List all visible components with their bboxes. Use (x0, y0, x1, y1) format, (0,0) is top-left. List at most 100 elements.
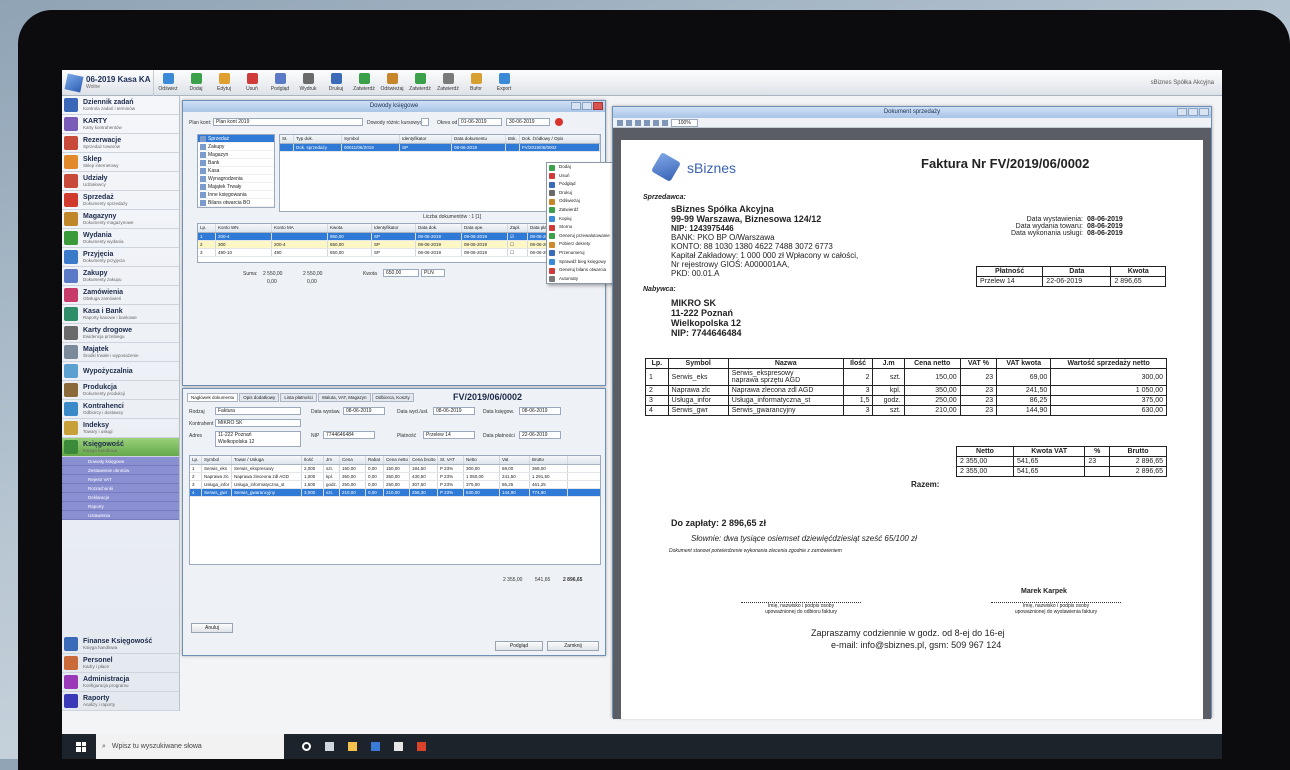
grid-header[interactable]: Konto WN (216, 224, 272, 232)
sidebar-subitem[interactable]: Dowody księgowe (62, 457, 179, 466)
grid-header[interactable]: Data dokumentu (452, 135, 506, 143)
save-icon[interactable] (662, 119, 668, 126)
diff-checkbox[interactable] (421, 118, 429, 126)
sidebar-item[interactable]: Magazyny Dokumenty magazynowe (62, 210, 179, 229)
toolbar-button[interactable]: Export (490, 70, 518, 96)
stop-icon[interactable] (555, 118, 563, 126)
table-row[interactable]: 2 Naprawa zlc Naprawa zleceona zdl AGD 1,00… (190, 473, 600, 481)
sale-tab[interactable]: Nagłówek dokumentu (187, 393, 239, 402)
grid-header[interactable]: Symbol (202, 456, 232, 464)
grid-header[interactable]: Data ope. (462, 224, 508, 232)
doc-maximize-button[interactable] (1188, 108, 1198, 116)
kwota-field[interactable]: 650,00 (383, 269, 419, 277)
date-from-field[interactable]: 01-06-2019 (458, 118, 502, 126)
table-row[interactable]: 4 Serwis_gwr Serwis_gwarancyjny 3,000 szt. 21… (190, 489, 600, 497)
zoom-select[interactable]: 100% (671, 118, 698, 127)
toolbar-button[interactable]: Odświeżaj (378, 70, 406, 96)
tree-item[interactable]: Zakupy (198, 143, 274, 151)
data-wyst-field[interactable]: 08-06-2019 (343, 407, 385, 415)
tree-item[interactable]: Inne księgowania (198, 191, 274, 199)
nip-field[interactable]: 7744646484 (323, 431, 375, 439)
cortana-icon[interactable] (302, 742, 311, 751)
table-row[interactable]: 3 490-10 490 650,00 SP 08-06-2019 08-06-2019 ☐ 0… (198, 249, 600, 257)
first-page-icon[interactable] (617, 119, 623, 126)
maximize-button[interactable] (582, 102, 592, 110)
plan-select[interactable]: Plan kont 2019 (213, 118, 363, 126)
grid-header[interactable]: Brutto (530, 456, 568, 464)
sidebar-subitem[interactable]: Deklaracje (62, 493, 179, 502)
edge-icon[interactable] (371, 742, 380, 751)
task-view-icon[interactable] (325, 742, 334, 751)
sidebar-item[interactable]: Sprzedaż Dokumenty sprzedaży (62, 191, 179, 210)
sidebar-subitem[interactable]: Rejestr VAT (62, 475, 179, 484)
toolbar-button[interactable]: Odśwież (154, 70, 182, 96)
tree-item[interactable]: Bilans otwarcia BO (198, 199, 274, 207)
sidebar-item[interactable]: Rezerwacje Sprzedaż towarów (62, 134, 179, 153)
preview-button[interactable]: Podgląd (495, 641, 543, 651)
cancel-button[interactable]: Anuluj (191, 623, 233, 633)
grid-header[interactable]: Identyfikator (400, 135, 452, 143)
windows-start-icon[interactable] (76, 741, 86, 752)
sidebar-item[interactable]: Zamówienia Obsługa zamówień (62, 286, 179, 305)
table-row[interactable]: 1 Serwis_eks Serwis_ekspresowy 2,000 szt. 150… (190, 465, 600, 473)
data-sprz-field[interactable]: 08-06-2019 (433, 407, 475, 415)
tree-item[interactable]: Sprzedaż (198, 135, 274, 143)
sidebar-item[interactable]: Personel Kadry i płace (62, 654, 179, 673)
toolbar-button[interactable]: Drukuj (322, 70, 350, 96)
sale-tab[interactable]: Waluta, VAT, Magazyn (317, 393, 371, 402)
table-row[interactable]: Dok. sprzedaży 00011/06/2019 SP 08-06-2019 F… (280, 144, 600, 152)
grid-header[interactable]: Dok. źródłowy / Opis (520, 135, 600, 143)
sidebar-subitem[interactable]: Raporty (62, 502, 179, 511)
tree-item[interactable]: Kasa (198, 167, 274, 175)
close-sale-button[interactable]: Zamknij (547, 641, 599, 651)
grid-header[interactable]: Lp. (190, 456, 202, 464)
sidebar-item[interactable]: Księgowość Księga handlowa (62, 438, 179, 457)
toolbar-button[interactable]: Usuń (238, 70, 266, 96)
minimize-button[interactable] (571, 102, 581, 110)
grid-header[interactable]: Lp. (198, 224, 216, 232)
grid-header[interactable]: Rabat (366, 456, 384, 464)
tree-item[interactable]: Bank (198, 159, 274, 167)
print-icon[interactable] (653, 119, 659, 126)
sidebar-subitem[interactable]: Rozrachunki (62, 484, 179, 493)
sidebar-item[interactable]: Finanse Księgowość Księga handlowa (62, 635, 179, 654)
sidebar-item[interactable]: Sklep Sklep internetowy (62, 153, 179, 172)
grid-header[interactable]: Cena (340, 456, 366, 464)
last-page-icon[interactable] (644, 119, 650, 126)
tree-item[interactable]: Wynagrodzenia (198, 175, 274, 183)
toolbar-button[interactable]: Podgląd (266, 70, 294, 96)
data-ksieg-field[interactable]: 08-06-2019 (519, 407, 561, 415)
sale-tab[interactable]: Odbiorca, Koszty (371, 393, 414, 402)
grid-header[interactable]: Towar / Usługa (232, 456, 302, 464)
sidebar-item[interactable]: Wydania Dokumenty wydania (62, 229, 179, 248)
grid-header[interactable]: Jm (324, 456, 340, 464)
currency-field[interactable]: PLN (421, 269, 445, 277)
grid-header[interactable]: Zapł. (508, 224, 528, 232)
doc-close-button[interactable] (1199, 108, 1209, 116)
prev-page-icon[interactable] (626, 119, 632, 126)
grid-header[interactable]: Ilość (302, 456, 324, 464)
grid-header[interactable]: Data dok. (416, 224, 462, 232)
sidebar-item[interactable]: Indeksy Towary i usługi (62, 419, 179, 438)
grid-header[interactable]: Cena netto (384, 456, 410, 464)
sale-tab[interactable]: Opis dodatkowy (239, 393, 280, 402)
grid-header[interactable]: Bsk. (506, 135, 520, 143)
doc-minimize-button[interactable] (1177, 108, 1187, 116)
toolbar-button[interactable]: Wydruk (294, 70, 322, 96)
app-icon[interactable] (417, 742, 426, 751)
table-row[interactable]: 1 200-4 950,00 SP 08-06-2019 08-06-2019 ☑ 08-06… (198, 233, 600, 241)
taskbar-search[interactable]: ⌕ Wpisz tu wyszukiwane słowa (96, 734, 284, 759)
sidebar-item[interactable]: Kontrahenci Odbiorcy i dostawcy (62, 400, 179, 419)
sidebar-subitem[interactable]: Zestawienie obrotów (62, 466, 179, 475)
grid-header[interactable]: Netto (464, 456, 500, 464)
table-row[interactable]: 2 300 200-4 650,00 SP 08-06-2019 08-06-2019 ☐ 08… (198, 241, 600, 249)
sidebar-item[interactable]: Produkcja Dokumenty produkcji (62, 381, 179, 400)
store-icon[interactable] (394, 742, 403, 751)
sidebar-item[interactable]: Administracja Konfiguracja programu (62, 673, 179, 692)
grid-header[interactable]: Konto MA (272, 224, 328, 232)
grid-header[interactable]: Kwota (328, 224, 372, 232)
grid-header[interactable]: St. (280, 135, 294, 143)
sidebar-item[interactable]: Udziały Udziałowcy (62, 172, 179, 191)
toolbar-button[interactable]: Edytuj (210, 70, 238, 96)
sale-tab[interactable]: Lista płatności (280, 393, 317, 402)
